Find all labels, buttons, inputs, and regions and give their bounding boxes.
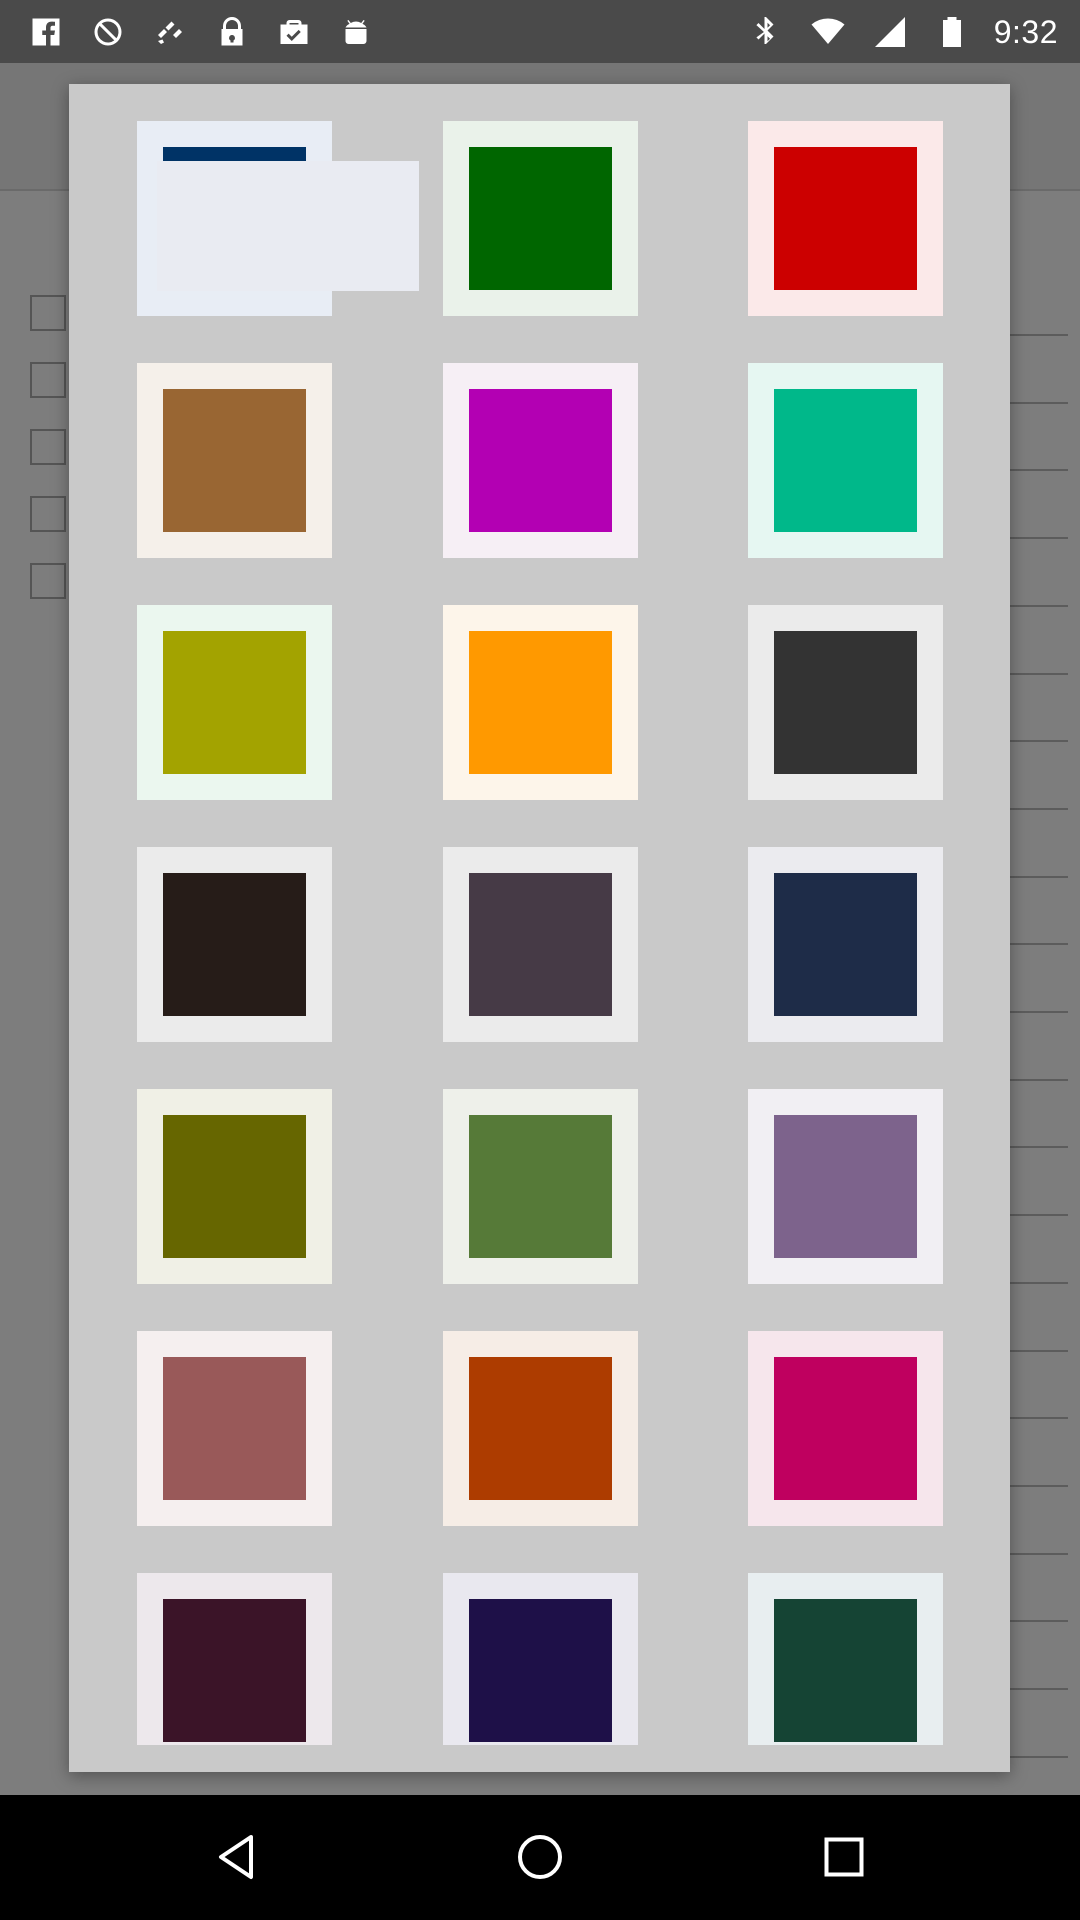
recents-button[interactable] (784, 1817, 904, 1897)
background-checkbox (30, 563, 66, 599)
android-icon (336, 12, 376, 52)
swatch-charcoal[interactable] (748, 605, 943, 800)
swatch-navy[interactable] (137, 121, 419, 316)
swatch-lavender[interactable] (748, 1089, 943, 1284)
swatch-moss[interactable] (443, 1089, 638, 1284)
swatch-color (774, 631, 917, 774)
background-checkbox (30, 429, 66, 465)
swatch-color (163, 1357, 306, 1500)
wifi-icon (808, 12, 848, 52)
swatch-color (469, 631, 612, 774)
swatch-color (774, 1357, 917, 1500)
swatch-color (774, 147, 917, 290)
home-icon (518, 1835, 562, 1879)
battery-icon (932, 12, 972, 52)
swatch-color (774, 873, 917, 1016)
swatch-forest[interactable] (748, 1573, 943, 1745)
swatch-rust[interactable] (443, 1331, 638, 1526)
swatch-color (774, 1599, 917, 1742)
briefcase-check-icon (274, 12, 314, 52)
swatch-brown[interactable] (137, 363, 332, 558)
swatch-color (774, 389, 917, 532)
bluetooth-icon (746, 12, 786, 52)
home-button[interactable] (480, 1817, 600, 1897)
swatch-magenta[interactable] (443, 363, 638, 558)
swatch-rose[interactable] (137, 1331, 332, 1526)
signal-icon (870, 12, 910, 52)
selection-highlight (157, 161, 419, 291)
swatch-color (163, 1115, 306, 1258)
swatch-aubergine[interactable] (137, 1573, 332, 1745)
swatch-olive-yellow[interactable] (137, 605, 332, 800)
swatch-dark-brown[interactable] (137, 847, 332, 1042)
swatch-plum-gray[interactable] (443, 847, 638, 1042)
swatch-teal[interactable] (748, 363, 943, 558)
notification-icons (26, 10, 376, 54)
swatch-green[interactable] (443, 121, 638, 316)
swatch-color (163, 873, 306, 1016)
blocked-icon (88, 12, 128, 52)
swatch-color (469, 873, 612, 1016)
swatch-red[interactable] (748, 121, 943, 316)
navigation-bar (0, 1795, 1080, 1920)
swatch-olive[interactable] (137, 1089, 332, 1284)
swatch-orange[interactable] (443, 605, 638, 800)
swatch-color (469, 1599, 612, 1742)
back-icon (219, 1835, 253, 1879)
swatch-color (163, 631, 306, 774)
swatch-color (469, 1357, 612, 1500)
back-button[interactable] (176, 1817, 296, 1897)
swatch-color (469, 389, 612, 532)
swatch-color (469, 147, 612, 290)
status-bar: 9:32 (0, 0, 1080, 63)
swatch-color (163, 1599, 306, 1742)
swatch-indigo[interactable] (443, 1573, 638, 1745)
background-checkbox (30, 295, 66, 331)
swatch-crimson[interactable] (748, 1331, 943, 1526)
swatch-color (469, 1115, 612, 1258)
swatch-color (163, 389, 306, 532)
background-checkbox (30, 496, 66, 532)
lock-icon (212, 12, 252, 52)
swatch-dark-navy[interactable] (748, 847, 943, 1042)
status-time: 9:32 (993, 13, 1058, 50)
color-picker-dialog (69, 84, 1010, 1772)
facebook-icon (26, 12, 66, 52)
background-checkbox (30, 362, 66, 398)
swatch-color (774, 1115, 917, 1258)
system-icons: 9:32 (746, 10, 1058, 54)
fake-gps-icon (150, 12, 190, 52)
recents-icon (824, 1837, 864, 1877)
